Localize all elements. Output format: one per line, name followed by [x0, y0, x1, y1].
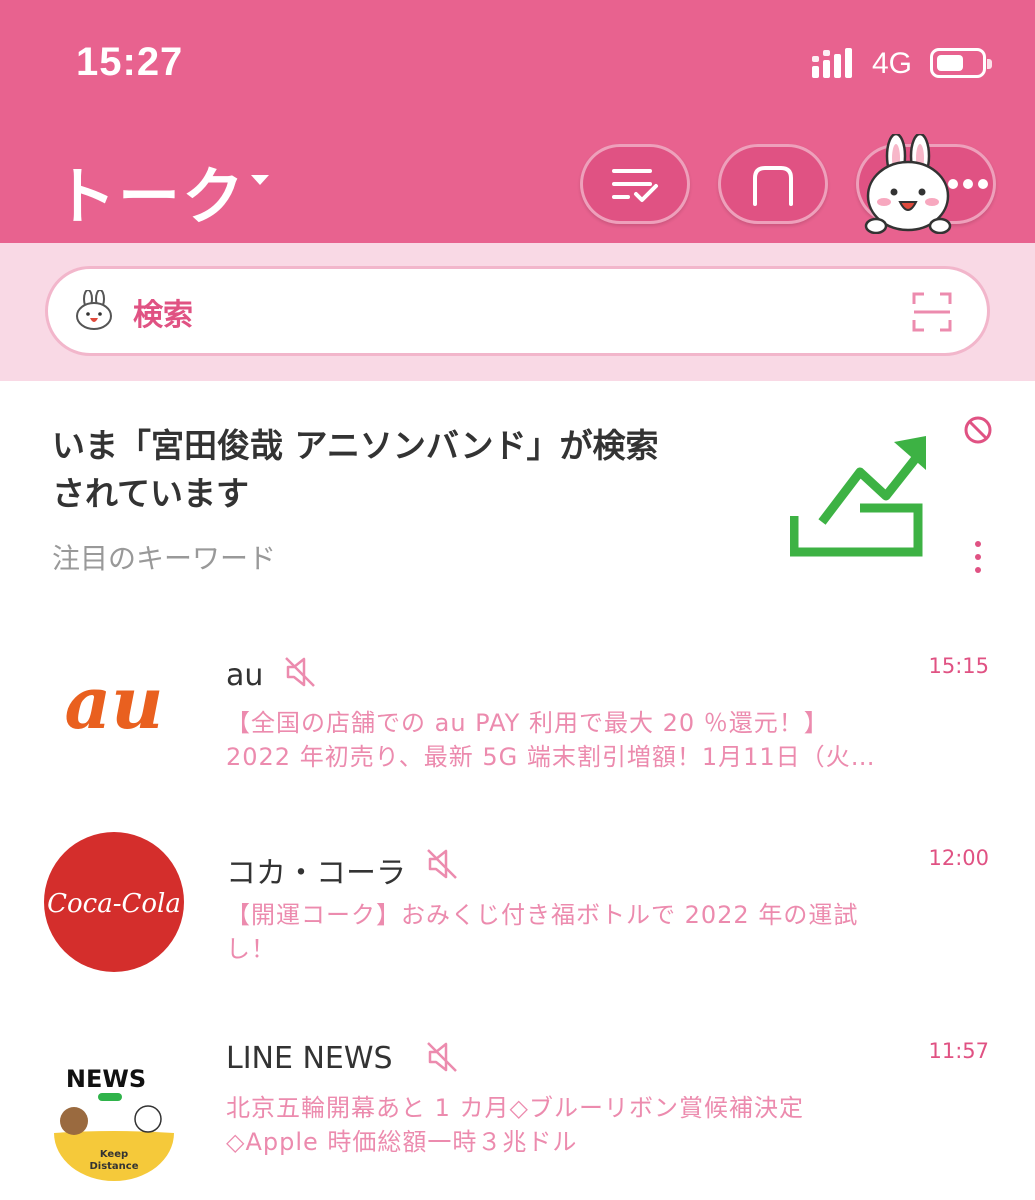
chat-row-au[interactable]: au au 15:15 【全国の店舗での au PAY 利用で最大 20 ％還元… [0, 630, 1035, 810]
au-logo: au [65, 660, 164, 745]
chat-name: コカ・コーラ [226, 856, 406, 891]
chat-name: LINE NEWS [226, 1041, 393, 1076]
svg-text:Keep: Keep [100, 1149, 128, 1160]
chat-time: 11:57 [928, 1039, 989, 1063]
trending-keyword-subtitle: 注目のキーワード [52, 542, 277, 575]
svg-text:au: au [65, 660, 164, 745]
page-title[interactable]: トーク [54, 146, 246, 236]
chat-preview: 北京五輪開幕あと 1 カ月◇ブルーリボン賞候補決定 ◇Apple 時価総額一時３… [226, 1094, 804, 1156]
trending-keyword-title[interactable]: いま「宮田俊哉 アニソンバンド」が検索 されています [52, 422, 752, 518]
network-type: 4G [872, 47, 913, 80]
cony-search-icon [76, 290, 112, 330]
status-time: 15:27 [76, 40, 184, 84]
chat-time: 12:00 [928, 846, 989, 870]
chat-name: au [226, 658, 264, 693]
trending-arrow-icon [790, 436, 926, 557]
battery-icon [930, 48, 992, 78]
more-horizontal-icon [948, 179, 988, 189]
chat-row-coca-cola[interactable]: Coca-Cola コカ・コーラ 12:00 【開運コーク】おみくじ付き福ボトル… [0, 822, 1035, 1002]
edit-list-button[interactable] [580, 144, 690, 224]
new-chat-button[interactable] [718, 144, 828, 224]
search-placeholder: 検索 [133, 298, 193, 333]
compose-icon [753, 166, 793, 206]
mute-icon [427, 1042, 457, 1072]
checklist-icon [612, 169, 658, 202]
cony-mascot-icon [864, 134, 952, 234]
chat-time: 15:15 [928, 654, 989, 678]
svg-text:NEWS: NEWS [66, 1065, 146, 1093]
block-icon[interactable] [962, 414, 994, 446]
mute-icon [427, 849, 457, 879]
svg-text:Distance: Distance [89, 1161, 138, 1172]
chat-preview: 【開運コーク】おみくじ付き福ボトルで 2022 年の運試 し！ [226, 901, 859, 963]
mute-icon [285, 657, 315, 687]
line-news-logo: NEWS Keep Distance [54, 1065, 174, 1181]
qr-scan-icon[interactable] [912, 292, 952, 332]
svg-text:Coca-Cola: Coca-Cola [47, 889, 181, 919]
chat-preview: 【全国の店舗での au PAY 利用で最大 20 ％還元！】 2022 年初売り… [226, 709, 876, 771]
more-vertical-icon[interactable] [968, 538, 988, 578]
chat-row-line-news[interactable]: NEWS Keep Distance LINE NEWS 11:57 北京五輪開… [0, 1015, 1035, 1195]
chevron-down-icon[interactable] [251, 175, 269, 185]
signal-icon [812, 48, 852, 78]
coca-cola-logo: Coca-Cola [44, 832, 184, 972]
